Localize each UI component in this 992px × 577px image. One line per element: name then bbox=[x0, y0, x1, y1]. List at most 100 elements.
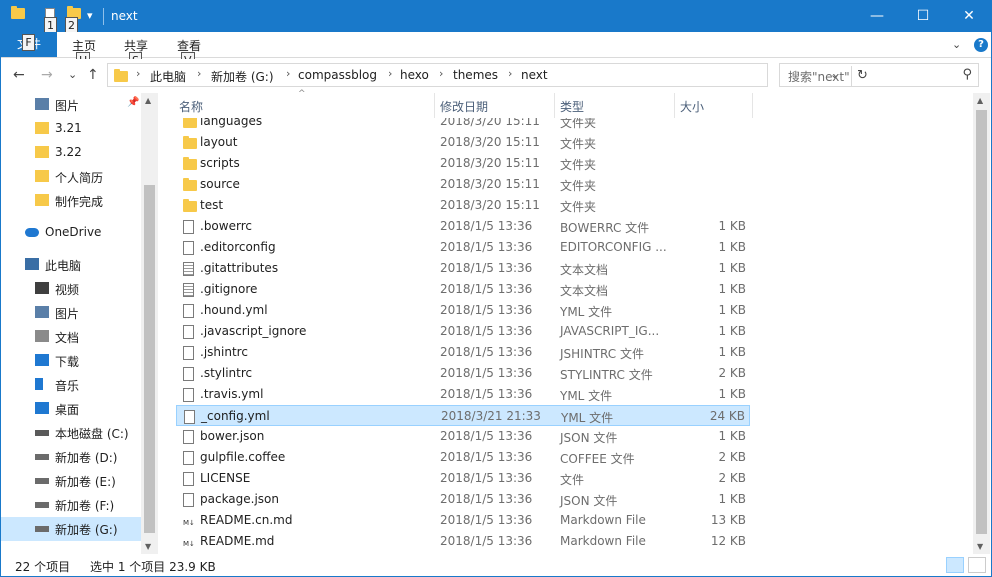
crumb-separator[interactable]: › bbox=[286, 67, 290, 80]
file-row[interactable]: package.json 2018/1/5 13:36 JSON 文件 1 KB bbox=[176, 489, 750, 510]
sidebar-item[interactable]: 新加卷 (F:) bbox=[1, 493, 141, 517]
column-divider[interactable] bbox=[554, 93, 555, 118]
column-divider[interactable] bbox=[434, 93, 435, 118]
file-row[interactable]: LICENSE 2018/1/5 13:36 文件 2 KB bbox=[176, 468, 750, 489]
selection-info: 选中 1 个项目 23.9 KB bbox=[90, 560, 216, 574]
address-bar[interactable]: › 此电脑 › 新加卷 (G:) › compassblog › hexo › … bbox=[107, 63, 868, 87]
file-row[interactable]: bower.json 2018/1/5 13:36 JSON 文件 1 KB bbox=[176, 426, 750, 447]
search-box[interactable]: 搜索"next" ⚲ bbox=[779, 63, 979, 87]
crumb-themes[interactable]: themes bbox=[453, 68, 498, 82]
crumb-separator[interactable]: › bbox=[508, 67, 512, 80]
file-row[interactable]: test 2018/3/20 15:11 文件夹 bbox=[176, 195, 750, 216]
column-divider[interactable] bbox=[752, 93, 753, 118]
sidebar-item[interactable]: 桌面 bbox=[1, 397, 141, 421]
crumb-drive-g[interactable]: 新加卷 (G:) bbox=[211, 68, 274, 85]
file-row[interactable]: .stylintrc 2018/1/5 13:36 STYLINTRC 文件 2 KB bbox=[176, 363, 750, 384]
forward-button[interactable]: → bbox=[41, 67, 53, 83]
sidebar-item-label: 图片 bbox=[55, 99, 80, 113]
file-date: 2018/1/5 13:36 bbox=[440, 219, 533, 233]
sidebar-item[interactable]: 3.21 bbox=[1, 117, 141, 141]
scroll-down-arrow[interactable]: ▼ bbox=[145, 542, 151, 551]
back-button[interactable]: ← bbox=[13, 67, 25, 83]
sidebar-item[interactable]: 3.22 bbox=[1, 141, 141, 165]
sidebar-item[interactable]: OneDrive bbox=[1, 221, 141, 245]
sidebar-item-label: 本地磁盘 (C:) bbox=[55, 427, 129, 441]
crumb-separator[interactable]: › bbox=[439, 67, 443, 80]
up-button[interactable]: ↑ bbox=[87, 67, 99, 83]
window-folder-icon[interactable] bbox=[11, 6, 25, 22]
file-row[interactable]: .hound.yml 2018/1/5 13:36 YML 文件 1 KB bbox=[176, 300, 750, 321]
crumb-this-pc[interactable]: 此电脑 bbox=[150, 68, 186, 85]
sidebar-item[interactable]: 图片 bbox=[1, 301, 141, 325]
column-size[interactable]: 大小 bbox=[680, 98, 704, 115]
file-list-scrollbar[interactable]: ▲ ▼ bbox=[973, 93, 990, 554]
sidebar-item[interactable]: 音乐 bbox=[1, 373, 141, 397]
crumb-separator[interactable]: › bbox=[136, 67, 140, 80]
column-type[interactable]: 类型 bbox=[560, 98, 584, 115]
file-row[interactable]: .travis.yml 2018/1/5 13:36 YML 文件 1 KB bbox=[176, 384, 750, 405]
qa-toolbar-dropdown-icon[interactable]: ▾ bbox=[87, 9, 93, 22]
file-row[interactable]: .gitignore 2018/1/5 13:36 文本文档 1 KB bbox=[176, 279, 750, 300]
column-divider[interactable] bbox=[674, 93, 675, 118]
scroll-down-arrow[interactable]: ▼ bbox=[977, 542, 983, 551]
file-type: 文件夹 bbox=[560, 179, 597, 193]
sidebar-item[interactable]: 个人简历 bbox=[1, 165, 141, 189]
file-row[interactable]: M↓ README.cn.md 2018/1/5 13:36 Markdown Fil… bbox=[176, 510, 750, 531]
crumb-compassblog[interactable]: compassblog bbox=[298, 68, 377, 82]
file-row[interactable]: scripts 2018/3/20 15:11 文件夹 bbox=[176, 153, 750, 174]
file-row[interactable]: M↓ README.md 2018/1/5 13:36 Markdown File 12… bbox=[176, 531, 750, 552]
file-row[interactable]: layout 2018/3/20 15:11 文件夹 bbox=[176, 132, 750, 153]
sidebar-item[interactable]: 新加卷 (E:) bbox=[1, 469, 141, 493]
sidebar-item[interactable]: 文档 bbox=[1, 325, 141, 349]
minimize-button[interactable]: — bbox=[854, 1, 900, 32]
file-row[interactable]: .bowerrc 2018/1/5 13:36 BOWERRC 文件 1 KB bbox=[176, 216, 750, 237]
pin-icon[interactable]: 📌 bbox=[127, 97, 139, 108]
scroll-up-arrow[interactable]: ▲ bbox=[145, 96, 151, 105]
ribbon-expand-icon[interactable]: ⌄ bbox=[952, 38, 961, 51]
file-name: README.cn.md bbox=[200, 513, 293, 527]
file-type: 文件夹 bbox=[560, 118, 597, 130]
recent-locations-button[interactable]: ⌄ bbox=[68, 68, 77, 81]
sidebar-item[interactable]: 此电脑 bbox=[1, 253, 141, 277]
file-row[interactable]: _config.yml 2018/3/21 21:33 YML 文件 24 KB bbox=[176, 405, 750, 426]
sidebar-item[interactable]: 图片 📌 bbox=[1, 93, 141, 117]
title-bar[interactable]: ▾ 1 2 next — ☐ ✕ bbox=[1, 1, 991, 34]
sidebar-item-label: 3.22 bbox=[55, 145, 82, 159]
close-button[interactable]: ✕ bbox=[946, 1, 991, 32]
column-name[interactable]: 名称 bbox=[179, 98, 203, 115]
sidebar-item-label: 3.21 bbox=[55, 121, 82, 135]
maximize-button[interactable]: ☐ bbox=[900, 1, 946, 32]
file-size: 1 KB bbox=[718, 240, 746, 254]
crumb-separator[interactable]: › bbox=[197, 67, 201, 80]
file-row[interactable]: languages 2018/3/20 15:11 文件夹 bbox=[176, 118, 750, 132]
crumb-next[interactable]: next bbox=[521, 68, 548, 82]
file-type: 文本文档 bbox=[560, 284, 609, 298]
large-icons-view-button[interactable] bbox=[968, 557, 986, 573]
sidebar-item[interactable]: 制作完成 bbox=[1, 189, 141, 213]
crumb-hexo[interactable]: hexo bbox=[400, 68, 429, 82]
details-view-button[interactable] bbox=[946, 557, 964, 573]
search-input[interactable]: 搜索"next" bbox=[788, 68, 850, 85]
sidebar-item[interactable]: 下载 bbox=[1, 349, 141, 373]
file-list-scroll-thumb[interactable] bbox=[976, 110, 987, 534]
sidebar-item[interactable]: 视频 bbox=[1, 277, 141, 301]
crumb-separator[interactable]: › bbox=[388, 67, 392, 80]
file-row[interactable]: gulpfile.coffee 2018/1/5 13:36 COFFEE 文件 2 … bbox=[176, 447, 750, 468]
file-name: .gitattributes bbox=[200, 261, 279, 275]
file-row[interactable]: .gitattributes 2018/1/5 13:36 文本文档 1 KB bbox=[176, 258, 750, 279]
column-date[interactable]: 修改日期 bbox=[440, 98, 488, 115]
nav-pane-scroll-thumb[interactable] bbox=[144, 185, 155, 533]
scroll-up-arrow[interactable]: ▲ bbox=[977, 96, 983, 105]
sidebar-item[interactable]: 新加卷 (G:) bbox=[1, 517, 141, 541]
file-row[interactable]: .javascript_ignore 2018/1/5 13:36 JAVASCRI… bbox=[176, 321, 750, 342]
file-row[interactable]: .jshintrc 2018/1/5 13:36 JSHINTRC 文件 1 KB bbox=[176, 342, 750, 363]
sidebar-item[interactable]: 本地磁盘 (C:) bbox=[1, 421, 141, 445]
file-row[interactable]: .editorconfig 2018/1/5 13:36 EDITORCONFIG … bbox=[176, 237, 750, 258]
file-row[interactable]: source 2018/3/20 15:11 文件夹 bbox=[176, 174, 750, 195]
file-type: JSHINTRC 文件 bbox=[560, 347, 644, 361]
nav-pane-scrollbar[interactable]: ▲ ▼ bbox=[141, 93, 158, 554]
help-icon[interactable]: ? bbox=[974, 38, 988, 52]
search-icon[interactable]: ⚲ bbox=[962, 67, 972, 82]
file-size: 1 KB bbox=[718, 387, 746, 401]
sidebar-item[interactable]: 新加卷 (D:) bbox=[1, 445, 141, 469]
